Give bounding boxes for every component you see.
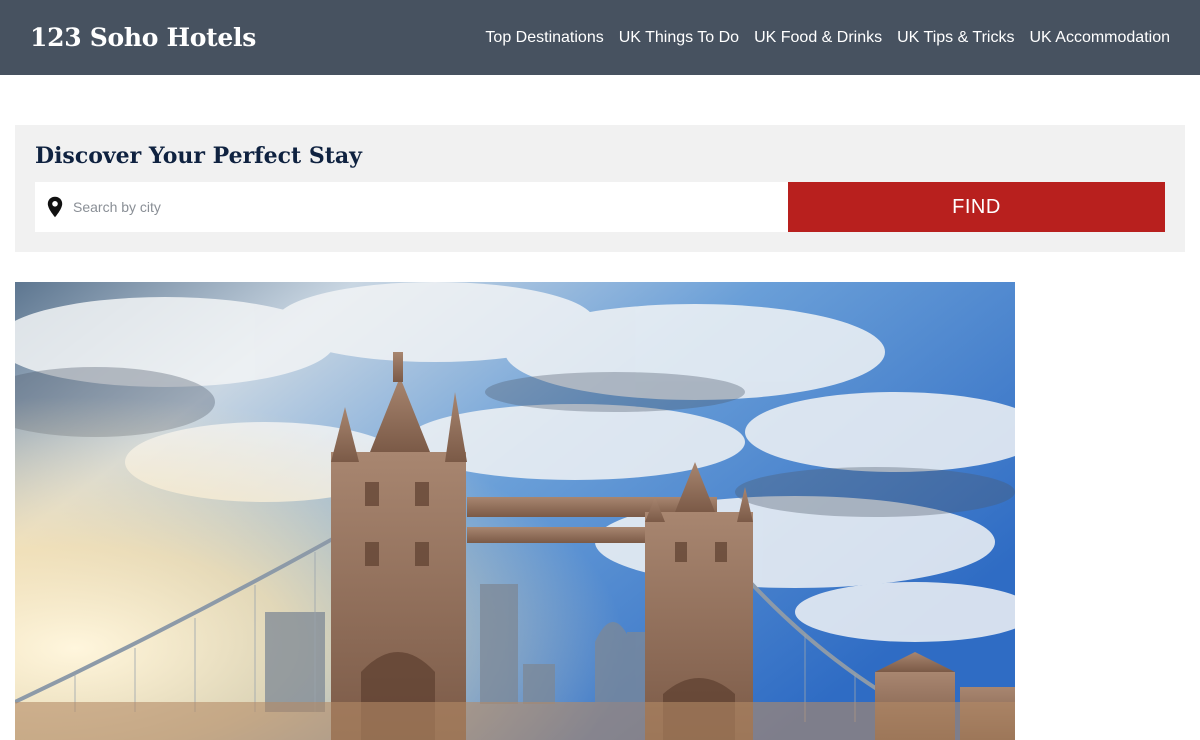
nav-uk-tips-tricks[interactable]: UK Tips & Tricks (882, 29, 1014, 47)
nav-uk-things-to-do[interactable]: UK Things To Do (604, 29, 739, 47)
city-search-input[interactable] (73, 187, 753, 227)
search-box[interactable] (35, 182, 788, 232)
nav-top-destinations[interactable]: Top Destinations (485, 29, 603, 47)
hero-image-tower-bridge (15, 282, 1015, 740)
search-panel: Discover Your Perfect Stay FIND (15, 125, 1185, 252)
search-row: FIND (35, 182, 1165, 232)
map-pin-icon (47, 196, 63, 218)
tower-bridge-illustration (15, 282, 1015, 740)
find-button[interactable]: FIND (788, 182, 1165, 232)
nav-uk-food-drinks[interactable]: UK Food & Drinks (739, 29, 882, 47)
search-title: Discover Your Perfect Stay (35, 143, 362, 169)
site-header: 123 Soho Hotels Top Destinations UK Thin… (0, 0, 1200, 75)
site-logo-link[interactable]: 123 Soho Hotels (30, 23, 256, 52)
nav-uk-accommodation[interactable]: UK Accommodation (1014, 29, 1170, 47)
main-nav: Top Destinations UK Things To Do UK Food… (485, 29, 1170, 47)
